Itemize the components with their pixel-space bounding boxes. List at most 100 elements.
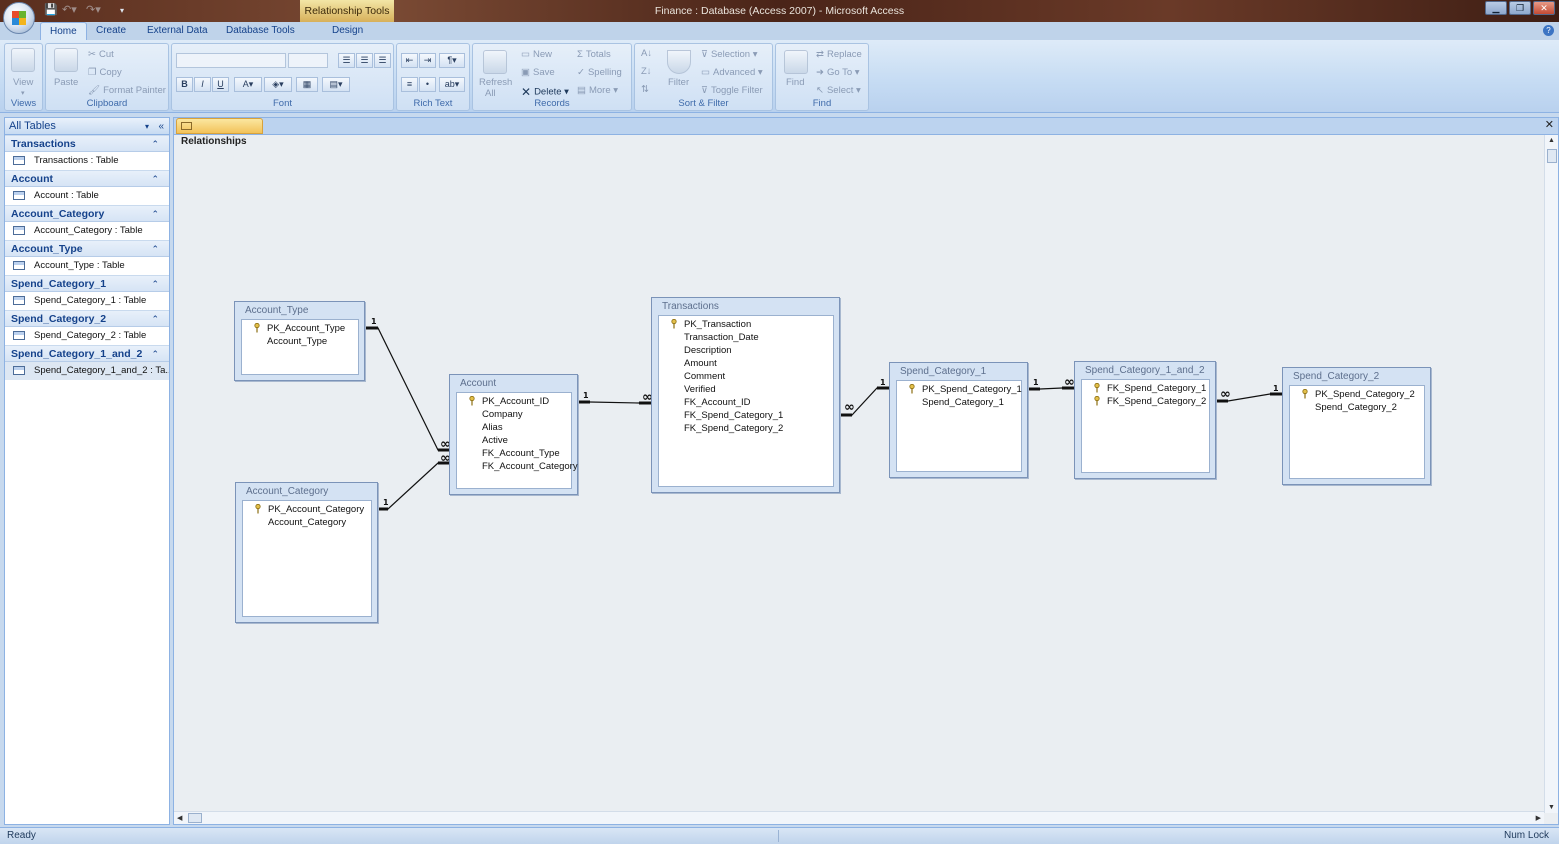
save-record-button[interactable]: ▣ Save [521, 67, 555, 78]
table-field[interactable]: PK_Spend_Category_1 [897, 383, 1022, 396]
numbering-icon[interactable]: ≡ [401, 77, 418, 92]
tab-relationships[interactable]: Relationships [176, 118, 263, 147]
toggle-filter-button[interactable]: ⊽ Toggle Filter [701, 85, 763, 96]
table-account-type[interactable]: Account_Type PK_Account_Type Account_Type [234, 301, 365, 381]
nav-group-header[interactable]: Spend_Category_2 ⌃ [5, 310, 169, 327]
nav-table-item[interactable]: Account_Type : Table [5, 257, 169, 275]
vertical-scrollbar[interactable]: ▲ ▼ [1544, 135, 1558, 813]
table-spend-category-2[interactable]: Spend_Category_2 PK_Spend_Category_2 Spend… [1282, 367, 1431, 485]
delete-button[interactable]: ✕ Delete ▾ [521, 85, 569, 99]
table-title[interactable]: Account_Type [235, 302, 364, 318]
spelling-button[interactable]: ✓ Spelling [577, 67, 622, 78]
collapse-chevron-icon[interactable]: ⌃ [151, 276, 159, 292]
table-spend-category-1-and-2[interactable]: Spend_Category_1_and_2 FK_Spend_Category_… [1074, 361, 1216, 479]
tab-external-data[interactable]: External Data [147, 25, 208, 36]
table-title[interactable]: Transactions [652, 298, 839, 314]
fill-color-icon[interactable]: ◈▾ [264, 77, 292, 92]
paragraph-direction-icon[interactable]: ¶▾ [439, 53, 465, 68]
help-icon[interactable]: ? [1543, 25, 1554, 36]
table-field[interactable]: Description [659, 344, 833, 357]
table-field[interactable]: Account_Category [243, 516, 371, 529]
nav-table-item[interactable]: Account_Category : Table [5, 222, 169, 240]
decrease-indent-icon[interactable]: ⇤ [401, 53, 418, 68]
relationship-canvas[interactable]: 1 ∞ 1 ∞ 1 ∞ ∞ 1 1 ∞ ∞ 1 Account_Type PK_Account_Type… [174, 135, 1544, 813]
table-field[interactable]: PK_Spend_Category_2 [1290, 388, 1424, 401]
table-field[interactable]: FK_Spend_Category_2 [659, 422, 833, 435]
table-field[interactable]: FK_Account_Category [457, 460, 578, 473]
table-title[interactable]: Spend_Category_1 [890, 363, 1027, 379]
collapse-chevron-icon[interactable]: ⌃ [151, 171, 159, 187]
collapse-chevron-icon[interactable]: ⌃ [151, 241, 159, 257]
paste-button[interactable]: Paste [54, 77, 78, 88]
collapse-chevron-icon[interactable]: ⌃ [151, 311, 159, 327]
bullets-icon[interactable]: • [419, 77, 436, 92]
align-left-icon[interactable]: ☰ [338, 53, 355, 68]
nav-group-header[interactable]: Transactions ⌃ [5, 135, 169, 152]
nav-dropdown-icon[interactable]: ▾ [145, 118, 149, 135]
close-document-icon[interactable]: ✕ [1545, 118, 1554, 131]
nav-table-item[interactable]: Spend_Category_2 : Table [5, 327, 169, 345]
collapse-chevron-icon[interactable]: ⌃ [151, 136, 159, 152]
cut-button[interactable]: ✂ Cut [88, 49, 114, 60]
format-painter-button[interactable]: 🖌 Format Painter [88, 85, 166, 96]
goto-button[interactable]: ➜ Go To ▾ [816, 67, 860, 78]
table-field[interactable]: PK_Account_Category [243, 503, 371, 516]
table-field[interactable]: PK_Account_Type [242, 322, 358, 335]
shutter-bar-close-icon[interactable]: « [158, 118, 164, 135]
table-title[interactable]: Spend_Category_1_and_2 [1075, 362, 1215, 378]
table-title[interactable]: Account_Category [236, 483, 377, 499]
more-button[interactable]: ▤ More ▾ [577, 85, 618, 96]
table-title[interactable]: Spend_Category_2 [1283, 368, 1430, 384]
tab-design[interactable]: Design [332, 25, 363, 36]
collapse-chevron-icon[interactable]: ⌃ [151, 346, 159, 362]
table-field[interactable]: Verified [659, 383, 833, 396]
italic-icon[interactable]: I [194, 77, 211, 92]
table-field[interactable]: Comment [659, 370, 833, 383]
clear-sort-icon[interactable]: ⇅ [641, 84, 649, 95]
table-field[interactable]: FK_Spend_Category_1 [659, 409, 833, 422]
copy-button[interactable]: ❐ Copy [88, 67, 122, 78]
table-field[interactable]: Account_Type [242, 335, 358, 348]
totals-button[interactable]: Σ Totals [577, 49, 611, 60]
tab-home[interactable]: Home [40, 22, 87, 41]
increase-indent-icon[interactable]: ⇥ [419, 53, 436, 68]
sort-descending-icon[interactable]: Z↓ [641, 66, 652, 77]
filter-button[interactable]: Filter [668, 77, 689, 88]
nav-table-item[interactable]: Spend_Category_1 : Table [5, 292, 169, 310]
table-title[interactable]: Account [450, 375, 577, 391]
advanced-button[interactable]: ▭ Advanced ▾ [701, 67, 763, 78]
nav-group-header[interactable]: Account ⌃ [5, 170, 169, 187]
rel-account-type-account[interactable] [365, 327, 449, 451]
nav-table-item[interactable]: Spend_Category_1_and_2 : Ta... [5, 362, 169, 380]
office-button[interactable] [3, 2, 35, 34]
table-account[interactable]: Account PK_Account_ID Company Alias Active FK… [449, 374, 578, 495]
table-field[interactable]: Active [457, 434, 571, 447]
align-right-icon[interactable]: ☰ [374, 53, 391, 68]
table-field[interactable]: FK_Spend_Category_2 [1082, 395, 1209, 408]
restore-button[interactable]: ❐ [1509, 1, 1531, 15]
view-button[interactable]: View [13, 77, 33, 88]
nav-group-header[interactable]: Spend_Category_1 ⌃ [5, 275, 169, 292]
nav-group-header[interactable]: Account_Category ⌃ [5, 205, 169, 222]
table-field[interactable]: Amount [659, 357, 833, 370]
select-button[interactable]: ↖ Select ▾ [816, 85, 861, 96]
alternate-fill-icon[interactable]: ▤▾ [322, 77, 350, 92]
nav-table-item[interactable]: Transactions : Table [5, 152, 169, 170]
find-button[interactable]: Find [786, 77, 804, 88]
font-name-combo[interactable] [176, 53, 286, 68]
align-center-icon[interactable]: ☰ [356, 53, 373, 68]
font-size-combo[interactable] [288, 53, 328, 68]
table-account-category[interactable]: Account_Category PK_Account_Category Accou… [235, 482, 378, 623]
nav-group-header[interactable]: Spend_Category_1_and_2 ⌃ [5, 345, 169, 362]
nav-table-item[interactable]: Account : Table [5, 187, 169, 205]
table-field[interactable]: PK_Transaction [659, 318, 833, 331]
minimize-button[interactable]: ▁ [1485, 1, 1507, 15]
table-field[interactable]: Spend_Category_2 [1290, 401, 1424, 414]
selection-button[interactable]: ⊽ Selection ▾ [701, 49, 757, 60]
table-field[interactable]: Alias [457, 421, 571, 434]
nav-group-header[interactable]: Account_Type ⌃ [5, 240, 169, 257]
close-window-button[interactable]: ✕ [1533, 1, 1555, 15]
table-field[interactable]: FK_Account_ID [659, 396, 833, 409]
underline-icon[interactable]: U [212, 77, 229, 92]
sort-ascending-icon[interactable]: A↓ [641, 48, 652, 59]
